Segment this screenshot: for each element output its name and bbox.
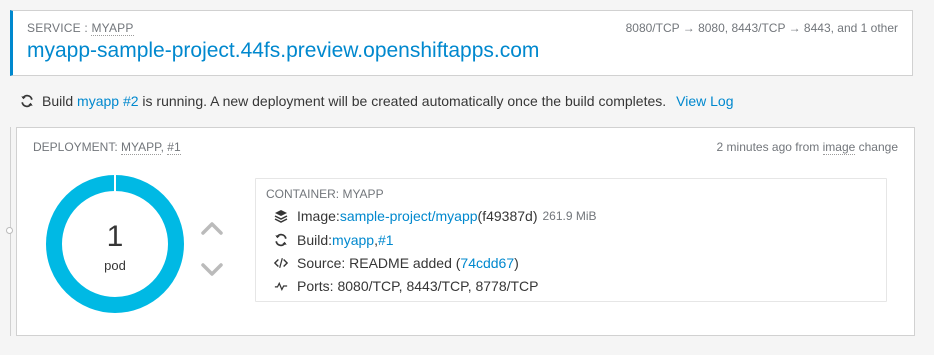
service-label-prefix: SERVICE :	[27, 21, 92, 35]
deployment-time: 2 minutes ago from image change	[716, 140, 898, 155]
deployment-label-prefix: DEPLOYMENT:	[33, 140, 122, 154]
rail-connector-dot	[6, 227, 13, 234]
service-card: SERVICE : MYAPP 8080/TCP → 8080, 8443/TC…	[10, 10, 913, 76]
pod-unit: pod	[104, 258, 126, 273]
pod-donut-chart[interactable]: 1 pod	[45, 174, 185, 314]
deployment-revision-link[interactable]: #1	[167, 140, 181, 155]
service-route-link[interactable]: myapp-sample-project.44fs.preview.opensh…	[27, 39, 539, 63]
image-link[interactable]: sample-project/myapp	[340, 208, 478, 224]
container-ports-row: Ports: 8080/TCP, 8443/TCP, 8778/TCP	[274, 278, 539, 294]
build-number-link[interactable]: #1	[378, 232, 394, 248]
build-config-link[interactable]: myapp	[332, 232, 374, 248]
image-hash: (f49387d)	[477, 208, 538, 224]
service-name[interactable]: MYAPP	[91, 21, 134, 36]
container-label: CONTAINER: MYAPP	[266, 187, 384, 201]
image-label: Image:	[297, 208, 340, 224]
container-image-row: Image: sample-project/myapp (f49387d) 26…	[274, 208, 597, 224]
commit-link[interactable]: 74cdd67	[460, 255, 514, 271]
build-notice: Build myapp #2 is running. A new deploym…	[20, 93, 734, 109]
deployment-time-suffix: change	[855, 140, 898, 154]
chevron-up-icon[interactable]	[200, 218, 224, 238]
code-icon	[274, 258, 288, 268]
deployment-card: DEPLOYMENT: MYAPP, #1 2 minutes ago from…	[16, 127, 915, 336]
source-suffix: )	[514, 255, 519, 271]
build-link[interactable]: myapp #2	[77, 93, 138, 109]
source-label: Source: README added (	[297, 255, 461, 271]
deployment-name-link[interactable]: MYAPP	[121, 140, 161, 155]
container-build-row: Build: myapp, #1	[274, 232, 394, 248]
build-label: Build:	[297, 232, 333, 248]
container-panel: CONTAINER: MYAPP Image: sample-project/m…	[255, 178, 887, 302]
build-notice-prefix: Build	[42, 93, 74, 109]
deployment-trigger: image	[822, 140, 856, 155]
image-size: 261.9 MiB	[542, 209, 597, 223]
view-log-link[interactable]: View Log	[676, 93, 733, 109]
refresh-icon	[275, 233, 287, 247]
deployment-label: DEPLOYMENT: MYAPP, #1	[33, 140, 181, 155]
layers-icon	[274, 210, 288, 223]
pulse-icon	[274, 281, 288, 291]
refresh-icon	[21, 94, 33, 108]
pod-count: 1	[106, 220, 124, 253]
deployment-time-prefix: 2 minutes ago from	[716, 140, 823, 154]
ports-text: Ports: 8080/TCP, 8443/TCP, 8778/TCP	[297, 278, 539, 294]
service-label: SERVICE : MYAPP	[27, 21, 134, 36]
container-source-row: Source: README added (74cdd67)	[274, 255, 519, 271]
service-ports: 8080/TCP → 8080, 8443/TCP → 8443, and 1 …	[625, 21, 898, 35]
chevron-down-icon[interactable]	[200, 260, 224, 280]
build-notice-message: is running. A new deployment will be cre…	[142, 93, 667, 109]
